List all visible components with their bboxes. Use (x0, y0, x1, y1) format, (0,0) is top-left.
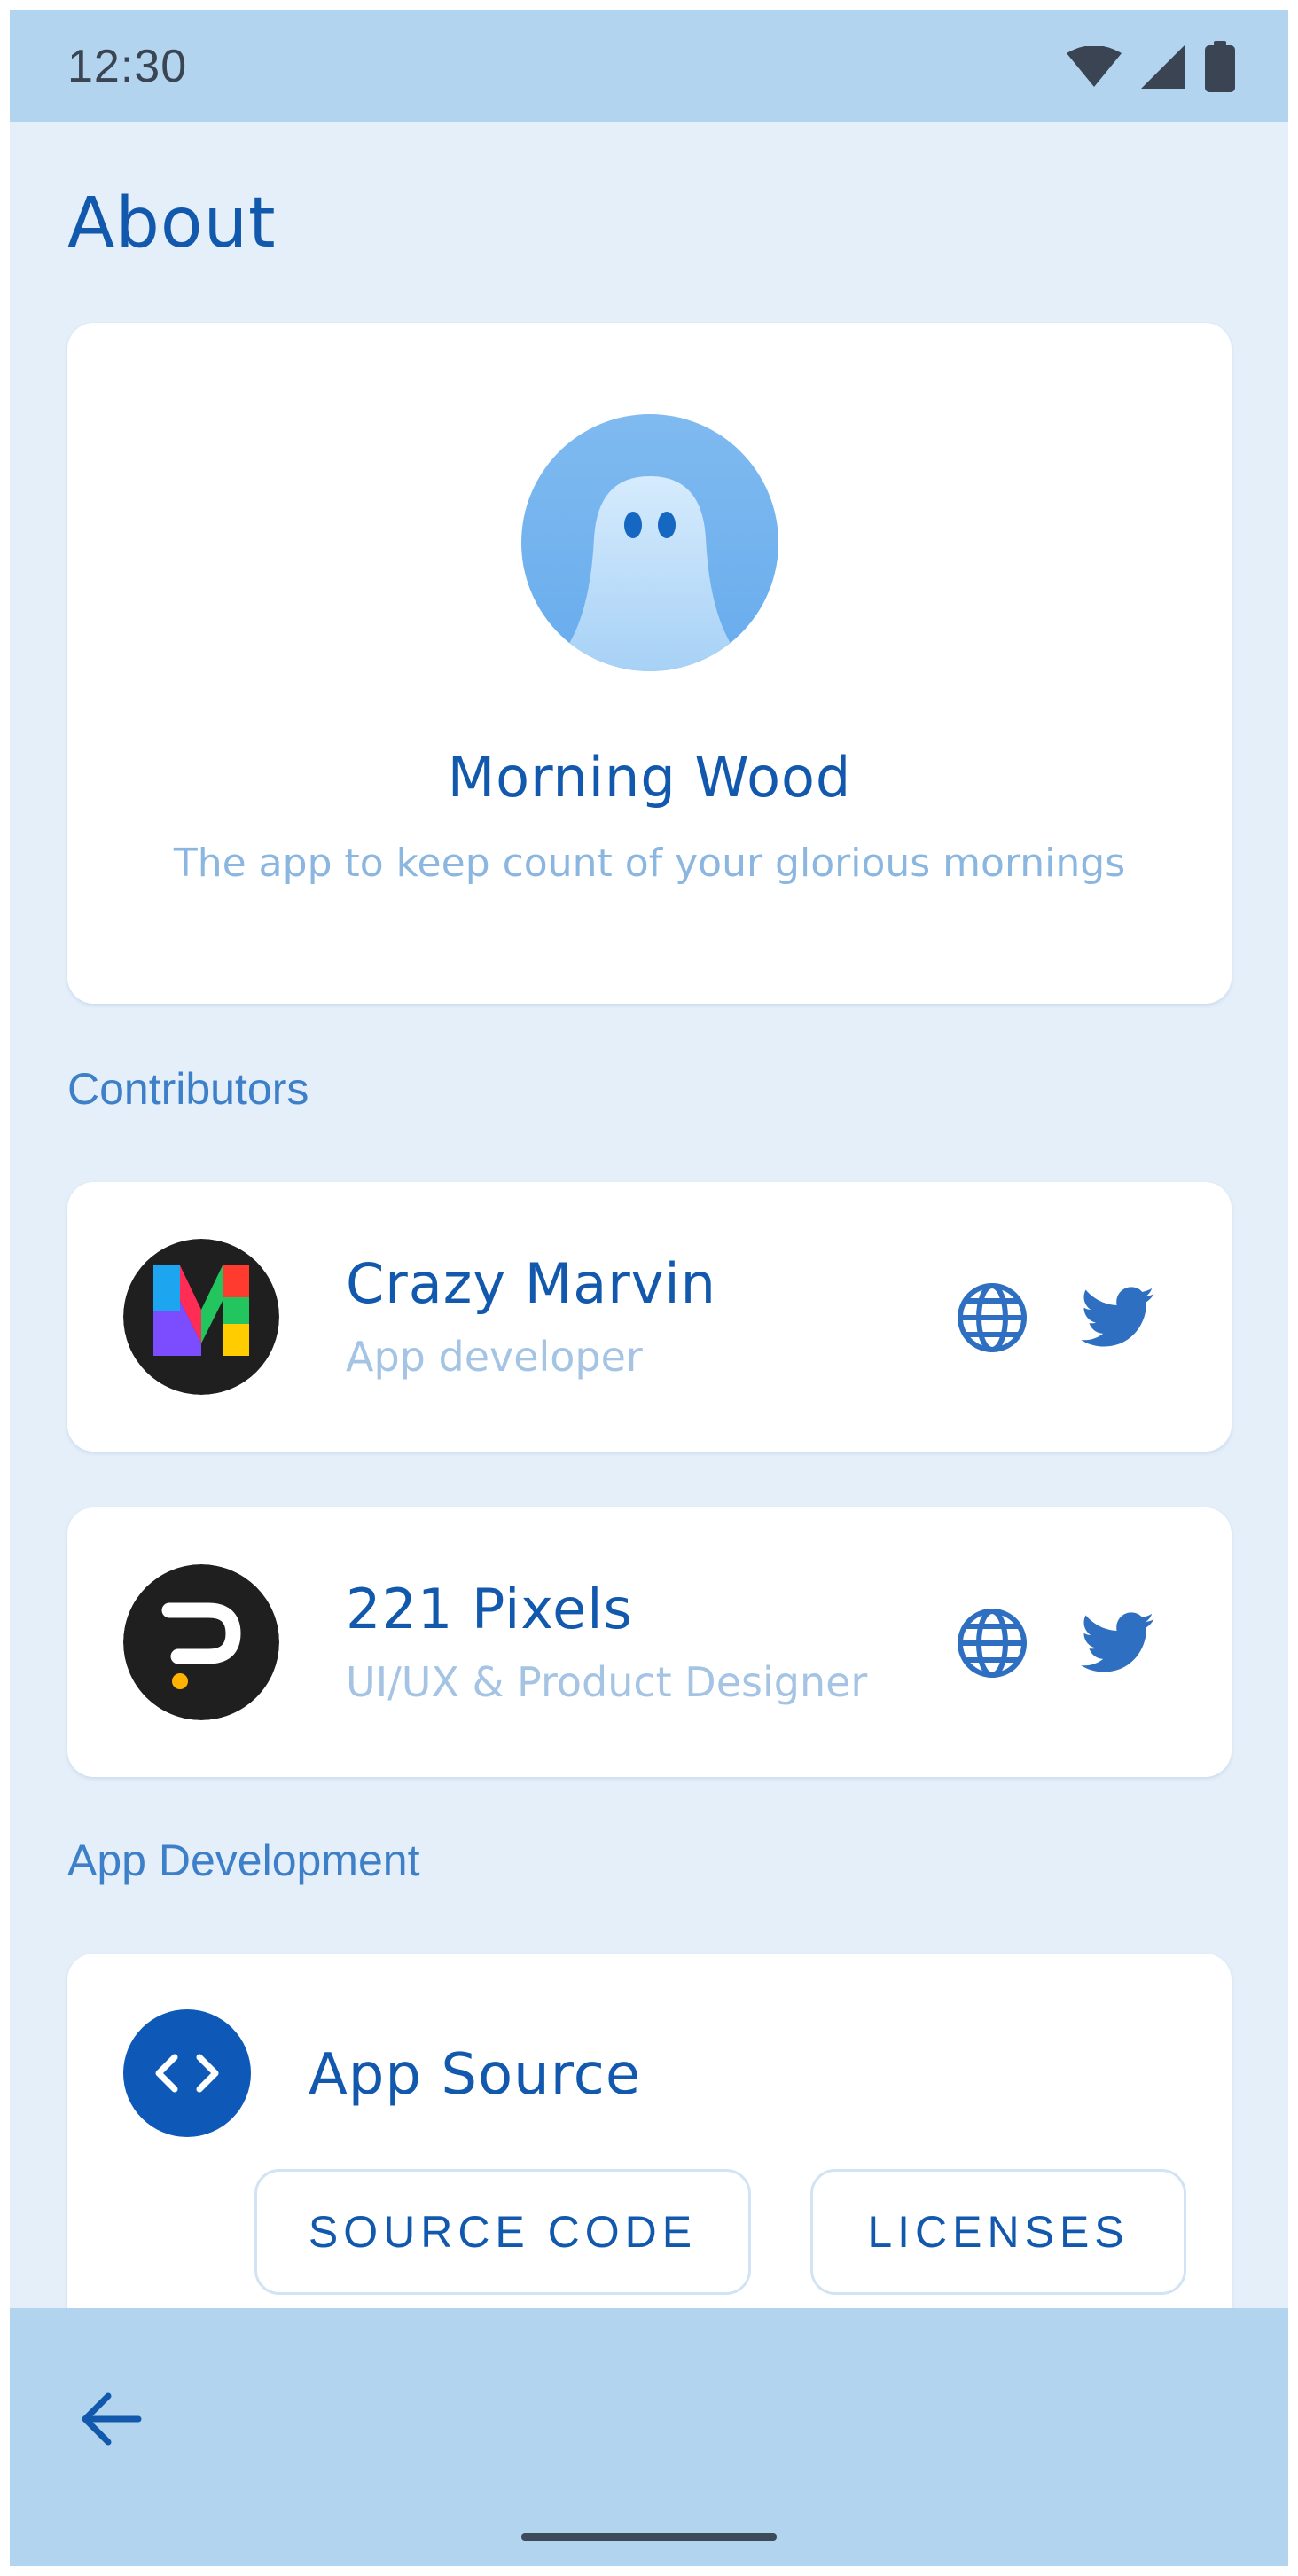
globe-icon[interactable] (952, 1278, 1032, 1358)
status-time: 12:30 (67, 41, 188, 92)
section-contributors: Contributors (67, 1064, 309, 1114)
status-icons (1067, 40, 1235, 93)
app-screen: 12:30 About Morning Wood The app to keep… (10, 10, 1288, 2566)
app-tagline: The app to keep count of your glorious m… (173, 841, 1126, 886)
ghost-logo-icon (521, 414, 778, 671)
contributor-avatar (123, 1564, 279, 1720)
contributor-role: UI/UX & Product Designer (346, 1658, 868, 1706)
app-info-card: Morning Wood The app to keep count of yo… (67, 323, 1232, 1004)
twitter-icon[interactable] (1078, 1278, 1158, 1358)
contributor-card: 221 Pixels UI/UX & Product Designer (67, 1507, 1232, 1777)
contributor-name: Crazy Marvin (346, 1251, 716, 1316)
status-bar: 12:30 (10, 10, 1288, 122)
battery-icon (1205, 41, 1235, 92)
contributor-card: Crazy Marvin App developer (67, 1182, 1232, 1452)
app-name: Morning Wood (447, 745, 852, 810)
bottom-app-bar (10, 2308, 1288, 2566)
licenses-button[interactable]: LICENSES (810, 2169, 1186, 2295)
page-title: About (67, 184, 277, 263)
code-brackets-icon (123, 2009, 251, 2137)
source-code-button[interactable]: SOURCE CODE (254, 2169, 751, 2295)
contributor-avatar (123, 1239, 279, 1395)
contributor-name: 221 Pixels (346, 1577, 633, 1641)
contributor-role: App developer (346, 1333, 643, 1381)
globe-icon[interactable] (952, 1603, 1032, 1683)
app-source-title: App Source (309, 2042, 642, 2108)
arrow-back-icon (80, 2391, 144, 2451)
section-app-development: App Development (67, 1836, 420, 1885)
twitter-icon[interactable] (1078, 1603, 1158, 1683)
cellular-signal-icon (1141, 44, 1185, 89)
back-button[interactable] (63, 2372, 160, 2470)
home-indicator[interactable] (521, 2533, 777, 2541)
wifi-icon (1067, 46, 1122, 87)
